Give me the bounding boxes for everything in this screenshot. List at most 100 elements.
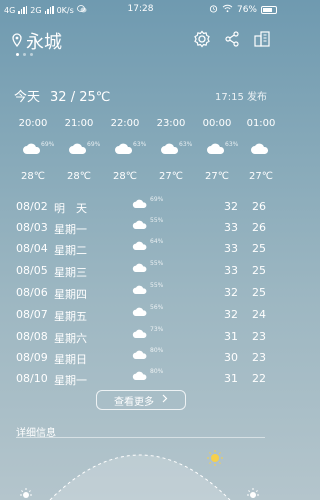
cloud-icon <box>69 143 87 154</box>
day-weekday: 星期四 <box>54 288 87 301</box>
humidity-pct: 63% <box>225 141 239 148</box>
hour-time: 23:00 <box>156 118 186 129</box>
day-weekday: 星期六 <box>54 332 87 345</box>
view-more-label: 查看更多 <box>114 396 154 408</box>
location-icon <box>12 31 22 52</box>
daily-row[interactable]: 08/03 星期一 55% 33 26 <box>0 217 281 237</box>
hourly-item: 01:00 27℃ <box>238 118 284 182</box>
daily-row[interactable]: 08/02 明 天 69% 32 26 <box>0 196 281 216</box>
hour-time: 20:00 <box>18 118 48 129</box>
cloud-icon <box>23 143 41 154</box>
day-weekday: 星期一 <box>54 374 87 387</box>
temp-high: 32 <box>224 200 238 213</box>
sunset-icon <box>247 488 259 498</box>
top-actions <box>193 30 271 48</box>
day-date: 08/07 <box>16 308 48 321</box>
humidity-pct: 63% <box>179 141 193 148</box>
humidity-pct: 69% <box>150 196 164 203</box>
hour-time: 01:00 <box>246 118 276 129</box>
temp-low: 22 <box>252 372 266 385</box>
daily-row[interactable]: 08/04 星期二 64% 33 25 <box>0 238 281 258</box>
day-date: 08/06 <box>16 286 48 299</box>
temp-high: 33 <box>224 221 238 234</box>
page-indicator <box>16 53 33 56</box>
humidity-pct: 63% <box>133 141 147 148</box>
temp-low: 26 <box>252 200 266 213</box>
hour-temp: 28℃ <box>21 171 45 182</box>
humidity-pct: 55% <box>150 260 164 267</box>
cloud-icon <box>132 307 148 320</box>
daily-row[interactable]: 08/10 星期一 80% 31 22 <box>0 368 281 388</box>
hourly-item: 21:00 69% 28℃ <box>56 118 102 182</box>
temp-high: 32 <box>224 286 238 299</box>
sunrise-icon <box>20 488 32 498</box>
daily-row[interactable]: 08/06 星期四 55% 32 25 <box>0 282 281 302</box>
sun-icon <box>207 450 223 466</box>
humidity-pct: 55% <box>150 217 164 224</box>
battery-icon <box>261 6 277 14</box>
battery-percent: 76% <box>236 5 257 15</box>
today-temp-range: 32 / 25℃ <box>50 90 111 105</box>
cloud-icon <box>132 285 148 298</box>
alarm-icon <box>209 4 218 16</box>
daily-row[interactable]: 08/07 星期五 56% 32 24 <box>0 304 281 324</box>
humidity-pct: 69% <box>87 141 101 148</box>
day-date: 08/09 <box>16 351 48 364</box>
daily-row[interactable]: 08/08 星期六 73% 31 23 <box>0 326 281 346</box>
city-name: 永城 <box>26 32 62 53</box>
day-date: 08/10 <box>16 372 48 385</box>
daylight-area <box>50 455 230 500</box>
day-date: 08/04 <box>16 242 48 255</box>
day-weekday: 星期五 <box>54 310 87 323</box>
day-weekday: 星期一 <box>54 223 87 236</box>
temp-low: 25 <box>252 264 266 277</box>
humidity-pct: 73% <box>150 326 164 333</box>
humidity-pct: 80% <box>150 368 164 375</box>
temp-high: 31 <box>224 330 238 343</box>
temp-low: 26 <box>252 221 266 234</box>
status-right: 76% <box>209 4 277 16</box>
city-manage-icon[interactable] <box>253 30 271 48</box>
temp-high: 30 <box>224 351 238 364</box>
chevron-right-icon <box>162 394 168 406</box>
city-selector[interactable]: 永城 <box>12 28 62 54</box>
humidity-pct: 64% <box>150 238 164 245</box>
hour-temp: 28℃ <box>67 171 91 182</box>
humidity-pct: 56% <box>150 304 164 311</box>
temp-low: 24 <box>252 308 266 321</box>
cloud-icon <box>132 241 148 254</box>
temp-low: 23 <box>252 351 266 364</box>
today-summary: 今天 32 / 25℃ <box>14 86 110 105</box>
hour-time: 22:00 <box>110 118 140 129</box>
day-date: 08/03 <box>16 221 48 234</box>
hourly-item: 20:00 69% 28℃ <box>10 118 56 182</box>
day-weekday: 星期三 <box>54 266 87 279</box>
humidity-pct: 80% <box>150 347 164 354</box>
wifi-icon <box>222 4 233 16</box>
divider <box>16 437 265 438</box>
cloud-icon <box>251 143 269 154</box>
hourly-item: 00:00 63% 27℃ <box>194 118 240 182</box>
cloud-icon <box>132 263 148 276</box>
hour-temp: 27℃ <box>159 171 183 182</box>
sunrise-sunset-arc <box>20 450 259 500</box>
hourly-forecast[interactable]: 20:00 69% 28℃ 21:00 69% 28℃ 22:00 63% 28… <box>0 118 284 182</box>
day-weekday: 明 天 <box>54 202 87 215</box>
temp-low: 25 <box>252 286 266 299</box>
daily-row[interactable]: 08/09 星期日 80% 30 23 <box>0 347 281 367</box>
hour-time: 00:00 <box>202 118 232 129</box>
cloud-icon <box>115 143 133 154</box>
day-weekday: 星期日 <box>54 353 87 366</box>
day-date: 08/02 <box>16 200 48 213</box>
hour-temp: 27℃ <box>205 171 229 182</box>
settings-icon[interactable] <box>193 30 211 48</box>
cloud-icon <box>207 143 225 154</box>
share-icon[interactable] <box>223 30 241 48</box>
temp-high: 33 <box>224 242 238 255</box>
daily-row[interactable]: 08/05 星期三 55% 33 25 <box>0 260 281 280</box>
humidity-pct: 69% <box>41 141 55 148</box>
cloud-icon <box>132 329 148 342</box>
temp-low: 23 <box>252 330 266 343</box>
view-more-button[interactable]: 查看更多 <box>96 390 186 410</box>
temp-high: 31 <box>224 372 238 385</box>
